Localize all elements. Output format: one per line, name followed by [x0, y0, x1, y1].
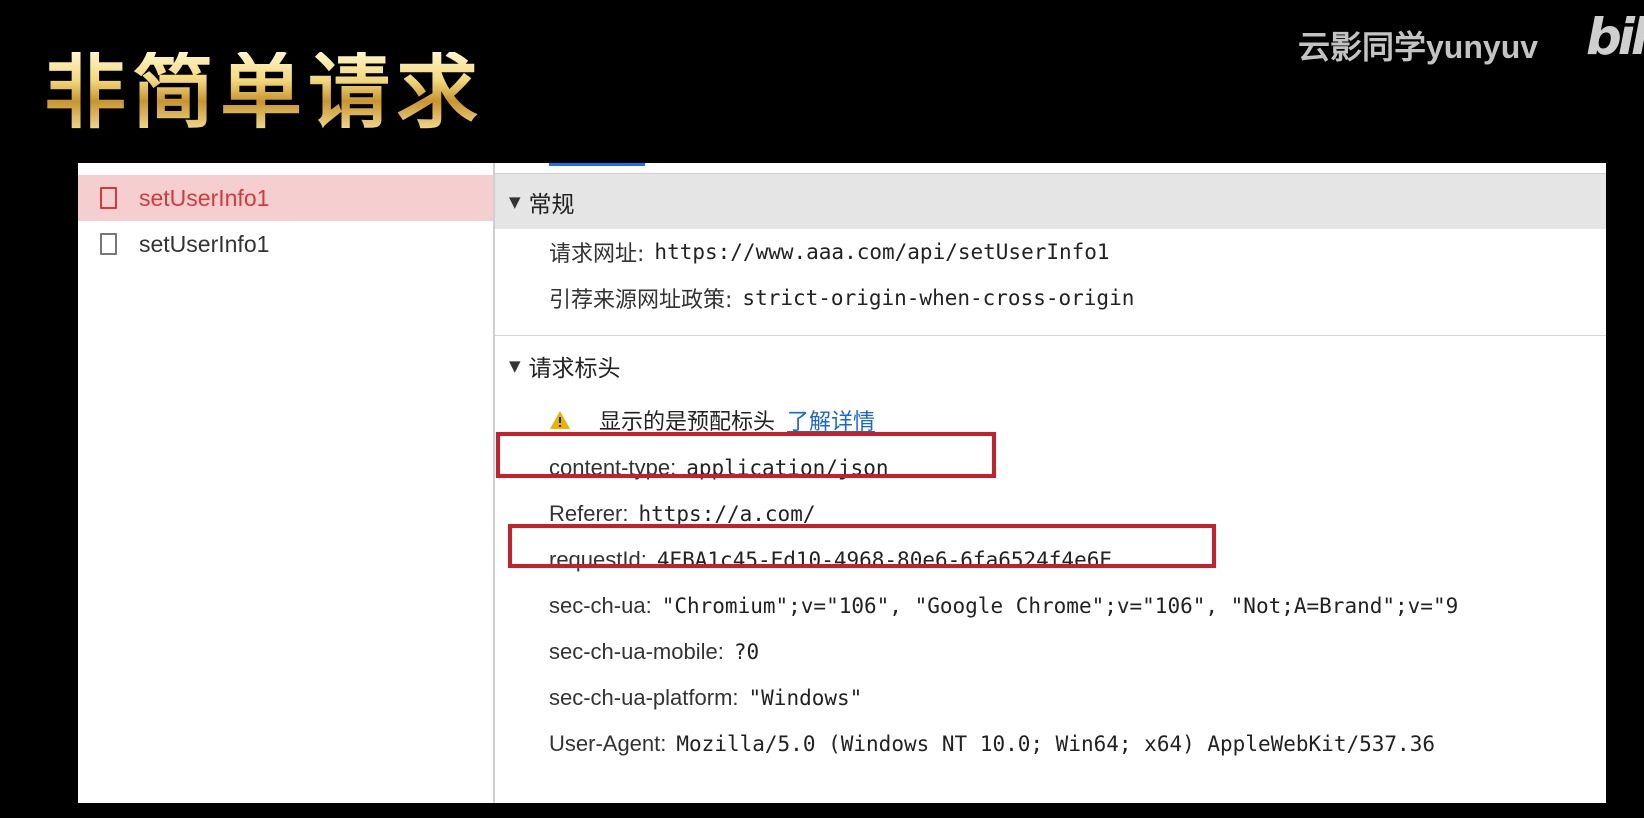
section-title: 请求标头 [528, 355, 621, 382]
header-key: sec-ch-ua: [549, 593, 652, 618]
request-list: setUserInfo1 setUserInfo1 [78, 163, 495, 803]
watermark: 云影同学yunyuv [1298, 29, 1539, 65]
header-key: 请求网址: [549, 242, 645, 267]
header-value: "Windows" [748, 686, 863, 710]
section-general-header[interactable]: ▼ 常规 [495, 173, 1606, 229]
general-row: 引荐来源网址政策: strict-origin-when-cross-origi… [495, 275, 1606, 321]
header-value: https://a.com/ [638, 502, 816, 526]
request-item[interactable]: setUserInfo1 [78, 175, 493, 221]
header-value: strict-origin-when-cross-origin [742, 286, 1135, 310]
caret-down-icon: ▼ [509, 356, 521, 375]
general-row: 请求网址: https://www.aaa.com/api/setUserInf… [495, 229, 1606, 275]
request-name: setUserInfo1 [139, 230, 270, 257]
active-tab-indicator [549, 163, 645, 166]
highlight-box-request-id [508, 524, 1216, 568]
header-value: Mozilla/5.0 (Windows NT 10.0; Win64; x64… [676, 732, 1435, 756]
header-row-sec-ch-ua-platform: sec-ch-ua-platform: "Windows" [495, 675, 1606, 721]
request-details: ▼ 常规 请求网址: https://www.aaa.com/api/setUs… [495, 163, 1606, 803]
section-request-headers-header[interactable]: ▼ 请求标头 [495, 335, 1606, 395]
file-icon [100, 233, 117, 255]
header-row-sec-ch-ua-mobile: sec-ch-ua-mobile: ?0 [495, 629, 1606, 675]
bilibili-logo: bili [1586, 8, 1644, 66]
section-title: 常规 [528, 191, 575, 218]
file-icon [100, 187, 117, 209]
header-key: User-Agent: [549, 731, 667, 756]
caret-down-icon: ▼ [509, 192, 521, 211]
header-key: 引荐来源网址政策: [549, 288, 733, 313]
header-key: sec-ch-ua-platform: [549, 685, 739, 710]
header-value: https://www.aaa.com/api/setUserInfo1 [654, 240, 1110, 264]
request-item[interactable]: setUserInfo1 [78, 221, 493, 267]
warning-icon [550, 411, 570, 429]
devtools-network-panel: setUserInfo1 setUserInfo1 ▼ 常规 请求网址: htt… [78, 163, 1606, 803]
header-row-user-agent: User-Agent: Mozilla/5.0 (Windows NT 10.0… [495, 721, 1606, 767]
header-key: sec-ch-ua-mobile: [549, 639, 724, 664]
request-name: setUserInfo1 [139, 184, 270, 211]
header-value: "Chromium";v="106", "Google Chrome";v="1… [661, 594, 1459, 618]
header-value: ?0 [733, 640, 760, 664]
header-row-sec-ch-ua: sec-ch-ua: "Chromium";v="106", "Google C… [495, 583, 1606, 629]
slide-title: 非简单请求 [44, 45, 485, 140]
highlight-box-content-type [496, 432, 996, 478]
